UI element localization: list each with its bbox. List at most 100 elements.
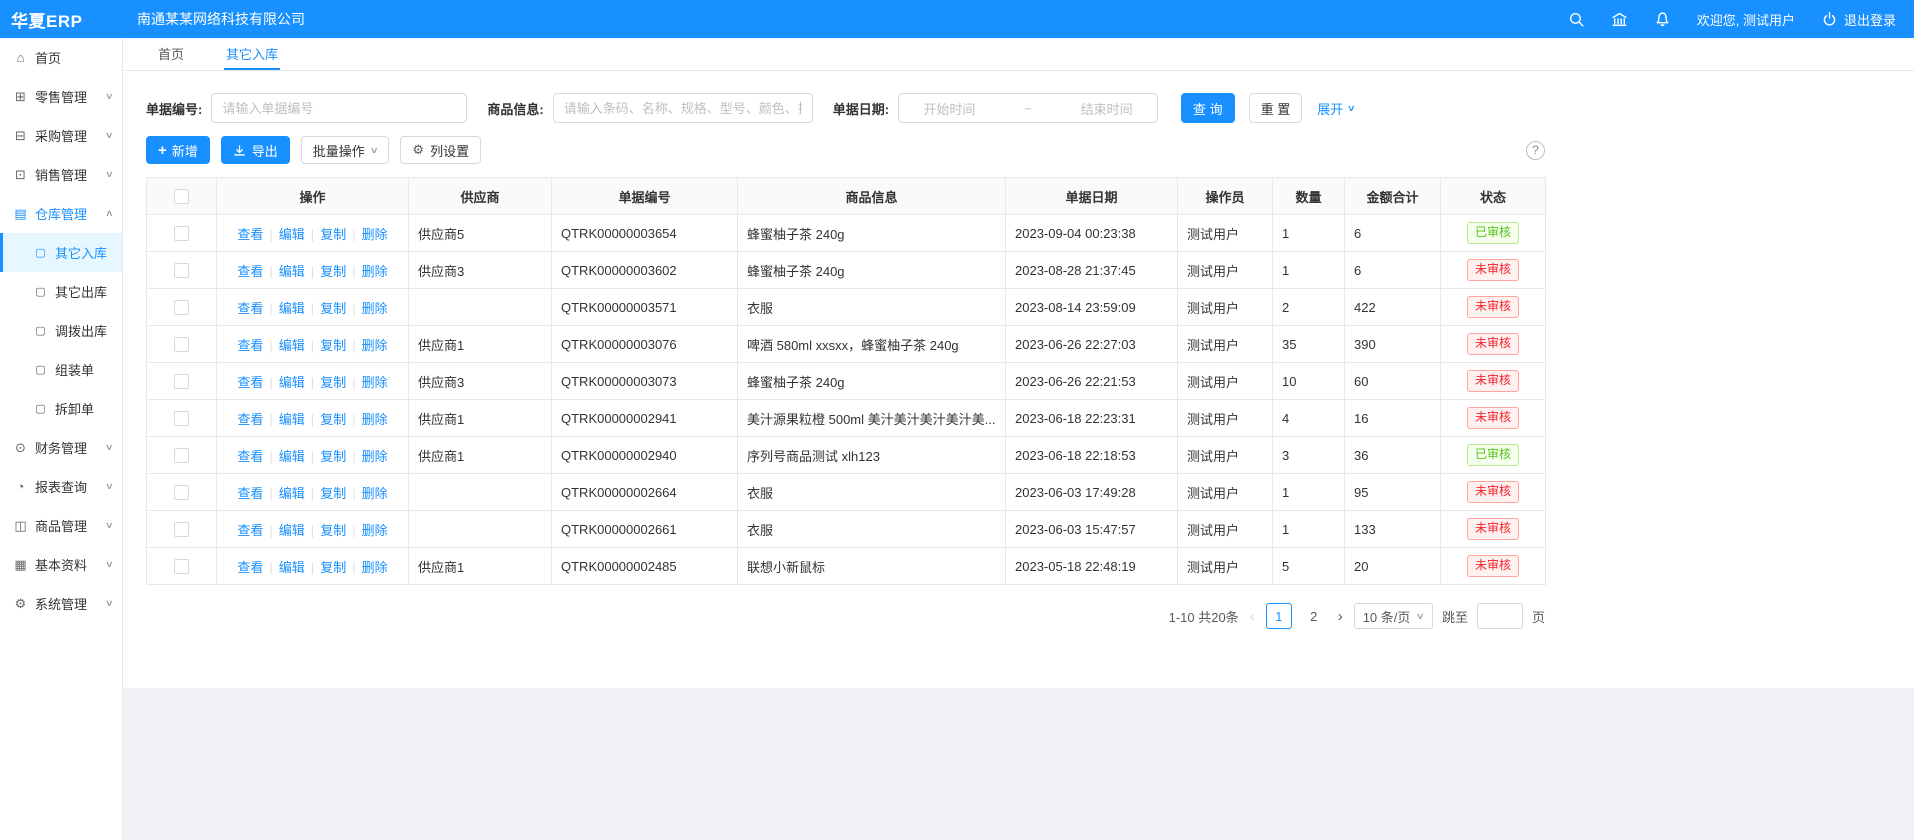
page-number-1[interactable]: 1 <box>1266 603 1292 629</box>
row-checkbox[interactable] <box>174 337 189 352</box>
row-checkbox[interactable] <box>174 485 189 500</box>
export-button[interactable]: 导出 <box>221 136 290 164</box>
bill-no-input[interactable] <box>211 93 467 123</box>
row-action-delete[interactable]: 删除 <box>362 301 388 316</box>
row-action-edit[interactable]: 编辑 <box>279 227 305 242</box>
goods-info-input[interactable] <box>553 93 813 123</box>
add-button[interactable]: + 新增 <box>146 136 210 164</box>
sidebar-item-report[interactable]: ◔报表查询∨ <box>0 467 122 506</box>
row-checkbox[interactable] <box>174 411 189 426</box>
date-range-input[interactable]: 开始时间 ~ 结束时间 <box>898 93 1158 123</box>
sidebar-item-sales[interactable]: ⊡销售管理∨ <box>0 155 122 194</box>
status-badge: 已审核 <box>1467 222 1519 244</box>
row-action-copy[interactable]: 复制 <box>320 560 346 575</box>
row-action-copy[interactable]: 复制 <box>320 338 346 353</box>
page-size-select[interactable]: 10 条/页 ∨ <box>1354 603 1433 629</box>
row-checkbox[interactable] <box>174 226 189 241</box>
sidebar-item-warehouse[interactable]: ▤仓库管理∧ <box>0 194 122 233</box>
column-settings-button[interactable]: ⚙ 列设置 <box>400 136 481 164</box>
row-action-copy[interactable]: 复制 <box>320 375 346 390</box>
row-action-edit[interactable]: 编辑 <box>279 375 305 390</box>
row-action-view[interactable]: 查看 <box>237 412 263 427</box>
row-action-view[interactable]: 查看 <box>237 227 263 242</box>
row-action-view[interactable]: 查看 <box>237 338 263 353</box>
table-row: 查看|编辑|复制|删除供应商1QTRK00000002940序列号商品测试 xl… <box>147 437 1546 474</box>
expand-link[interactable]: 展开 ∨ <box>1317 99 1355 118</box>
row-action-copy[interactable]: 复制 <box>320 449 346 464</box>
notification-bell-icon[interactable] <box>1654 11 1671 28</box>
tab-home[interactable]: 首页 <box>156 38 186 70</box>
cell-actions: 查看|编辑|复制|删除 <box>217 215 409 252</box>
help-icon[interactable]: ? <box>1526 141 1545 160</box>
status-badge: 未审核 <box>1467 518 1519 540</box>
sidebar-subitem-assembly[interactable]: ▢组装单 <box>0 350 122 389</box>
row-action-view[interactable]: 查看 <box>237 560 263 575</box>
sidebar-item-goods[interactable]: ◫商品管理∨ <box>0 506 122 545</box>
row-action-view[interactable]: 查看 <box>237 486 263 501</box>
sidebar-subitem-disassembly[interactable]: ▢拆卸单 <box>0 389 122 428</box>
next-page-button[interactable]: › <box>1336 608 1345 625</box>
row-action-delete[interactable]: 删除 <box>362 264 388 279</box>
row-action-edit[interactable]: 编辑 <box>279 523 305 538</box>
row-action-delete[interactable]: 删除 <box>362 560 388 575</box>
row-action-view[interactable]: 查看 <box>237 264 263 279</box>
row-checkbox[interactable] <box>174 559 189 574</box>
sidebar-subitem-other-outbound[interactable]: ▢其它出库 <box>0 272 122 311</box>
status-badge: 未审核 <box>1467 370 1519 392</box>
row-action-delete[interactable]: 删除 <box>362 227 388 242</box>
sidebar-item-home[interactable]: ⌂首页 <box>0 38 122 77</box>
row-checkbox[interactable] <box>174 263 189 278</box>
row-action-copy[interactable]: 复制 <box>320 523 346 538</box>
prev-page-button[interactable]: ‹ <box>1248 608 1257 625</box>
search-button[interactable]: 查 询 <box>1181 93 1235 123</box>
cell-supplier: 供应商1 <box>409 400 552 437</box>
row-action-delete[interactable]: 删除 <box>362 486 388 501</box>
action-separator: | <box>352 375 355 390</box>
sidebar-item-finance[interactable]: ⊙财务管理∨ <box>0 428 122 467</box>
action-separator: | <box>352 338 355 353</box>
row-action-view[interactable]: 查看 <box>237 301 263 316</box>
basic-icon: ▦ <box>13 557 28 573</box>
row-action-edit[interactable]: 编辑 <box>279 412 305 427</box>
page-number-2[interactable]: 2 <box>1301 603 1327 629</box>
row-action-delete[interactable]: 删除 <box>362 412 388 427</box>
action-separator: | <box>311 264 314 279</box>
cell-supplier: 供应商5 <box>409 215 552 252</box>
row-action-delete[interactable]: 删除 <box>362 523 388 538</box>
tab-other-inbound[interactable]: 其它入库 <box>224 38 280 70</box>
search-icon[interactable] <box>1568 11 1585 28</box>
row-action-copy[interactable]: 复制 <box>320 227 346 242</box>
row-checkbox[interactable] <box>174 448 189 463</box>
row-action-copy[interactable]: 复制 <box>320 264 346 279</box>
select-all-checkbox[interactable] <box>174 189 189 204</box>
sidebar-item-basic[interactable]: ▦基本资料∨ <box>0 545 122 584</box>
row-action-copy[interactable]: 复制 <box>320 486 346 501</box>
row-action-view[interactable]: 查看 <box>237 449 263 464</box>
sidebar-subitem-transfer-outbound[interactable]: ▢调拨出库 <box>0 311 122 350</box>
row-action-edit[interactable]: 编辑 <box>279 264 305 279</box>
row-checkbox[interactable] <box>174 300 189 315</box>
logout-button[interactable]: 退出登录 <box>1821 10 1896 29</box>
row-action-view[interactable]: 查看 <box>237 375 263 390</box>
row-checkbox[interactable] <box>174 374 189 389</box>
reset-button[interactable]: 重 置 <box>1249 93 1303 123</box>
row-action-delete[interactable]: 删除 <box>362 375 388 390</box>
row-action-copy[interactable]: 复制 <box>320 301 346 316</box>
row-action-delete[interactable]: 删除 <box>362 449 388 464</box>
sidebar-subitem-other-inbound[interactable]: ▢其它入库 <box>0 233 122 272</box>
row-action-edit[interactable]: 编辑 <box>279 301 305 316</box>
sidebar-item-purchase[interactable]: ⊟采购管理∨ <box>0 116 122 155</box>
batch-operations-button[interactable]: 批量操作 ∨ <box>301 136 390 164</box>
row-action-view[interactable]: 查看 <box>237 523 263 538</box>
row-action-edit[interactable]: 编辑 <box>279 449 305 464</box>
jump-page-input[interactable] <box>1477 603 1523 629</box>
row-checkbox[interactable] <box>174 522 189 537</box>
platform-icon[interactable] <box>1611 11 1628 28</box>
row-action-delete[interactable]: 删除 <box>362 338 388 353</box>
row-action-edit[interactable]: 编辑 <box>279 560 305 575</box>
sidebar-item-system[interactable]: ⚙系统管理∨ <box>0 584 122 623</box>
sidebar-item-retail[interactable]: ⊞零售管理∨ <box>0 77 122 116</box>
row-action-edit[interactable]: 编辑 <box>279 486 305 501</box>
row-action-edit[interactable]: 编辑 <box>279 338 305 353</box>
row-action-copy[interactable]: 复制 <box>320 412 346 427</box>
